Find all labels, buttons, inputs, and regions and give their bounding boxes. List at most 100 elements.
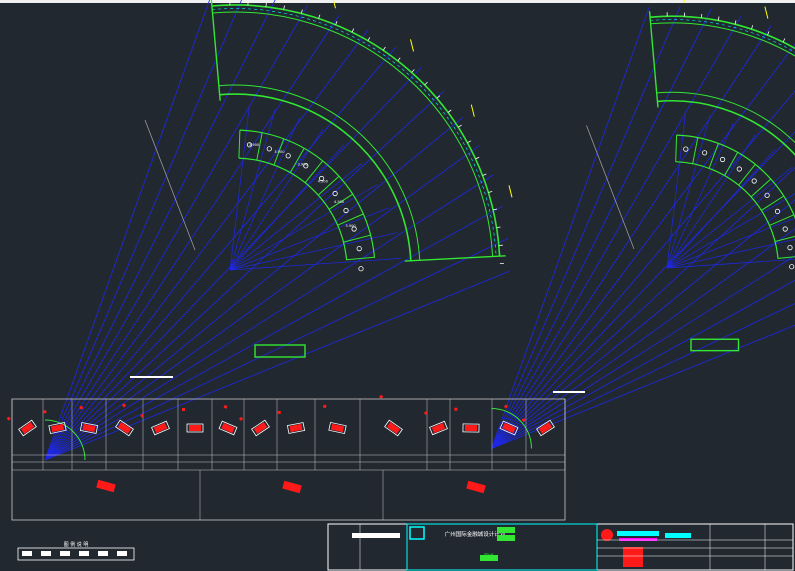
dimension-label: 3.900 xyxy=(274,150,285,154)
left-floor-plan: 3.900 3.900 3.900 4.500 4.500 3.900 xyxy=(44,0,513,461)
dimension-tick xyxy=(332,0,336,9)
detail-fill xyxy=(221,422,235,434)
detail-fill xyxy=(431,422,446,434)
cell-wall xyxy=(777,256,795,259)
column-detail xyxy=(182,408,204,433)
column-detail xyxy=(238,416,270,437)
red-stamp xyxy=(623,547,643,567)
radial-line xyxy=(491,228,795,449)
legend-swatch xyxy=(117,551,127,556)
dimension-label: 3.900 xyxy=(298,163,309,167)
detail-mark xyxy=(6,416,11,421)
grid-tick xyxy=(482,173,487,176)
detail-mark xyxy=(454,407,458,411)
dimension-tick xyxy=(764,6,769,19)
return-leg xyxy=(254,344,306,358)
table-frame xyxy=(11,398,566,521)
radial-line xyxy=(491,6,681,449)
column-marker xyxy=(782,226,788,232)
legend-swatch xyxy=(60,551,70,556)
dimension-label: 3.900 xyxy=(345,224,356,228)
radial-line xyxy=(44,4,309,461)
grid-tick xyxy=(475,156,480,160)
radial-line xyxy=(491,324,795,449)
column-detail xyxy=(322,404,347,435)
column-detail xyxy=(379,394,403,437)
grid-tick xyxy=(367,37,371,41)
cell-wall xyxy=(692,137,699,164)
detail-mark xyxy=(79,405,83,410)
grid-tick xyxy=(351,28,355,33)
grid-tick xyxy=(467,140,472,144)
legend-frame xyxy=(17,547,135,561)
dimension-label: 4.500 xyxy=(334,200,345,204)
radial-line xyxy=(229,108,276,271)
revision-marker xyxy=(601,529,613,541)
magenta-bar xyxy=(619,538,657,541)
dimension-label: 4.500 xyxy=(318,180,329,184)
detail-mark xyxy=(521,418,526,423)
cell-wall xyxy=(708,143,719,169)
radial-line xyxy=(44,144,481,461)
detail-fill xyxy=(253,422,268,434)
legend-swatch xyxy=(22,551,32,556)
radial-line xyxy=(44,0,210,461)
corridor-arc xyxy=(650,22,795,57)
end-wall xyxy=(648,11,659,108)
radial-line xyxy=(44,29,369,461)
dimension-tick xyxy=(508,185,513,198)
detail-fill xyxy=(538,422,553,434)
guide-line xyxy=(586,125,635,250)
grid-tick xyxy=(447,109,452,113)
detail-fill xyxy=(386,422,401,434)
grid-tick xyxy=(265,2,267,7)
column-marker xyxy=(736,166,742,172)
legend-title: 图 例 说 明 xyxy=(64,541,89,548)
radial-line xyxy=(491,25,772,449)
return-leg xyxy=(690,338,740,352)
cell-arc xyxy=(238,157,348,261)
cell-arc xyxy=(239,129,376,258)
grid-tick xyxy=(424,81,428,86)
detail-mark xyxy=(223,404,228,409)
title-block: 广州国际金融城设计计划 图纸 xyxy=(327,523,794,571)
column-marker xyxy=(719,156,726,163)
cell-arc xyxy=(675,161,779,259)
cell-wall xyxy=(343,234,371,243)
radial-line xyxy=(491,15,742,449)
column-detail xyxy=(218,404,238,436)
cell-wall xyxy=(761,195,785,211)
detail-mark xyxy=(182,408,185,411)
radial-line xyxy=(229,144,345,271)
column-detail-table xyxy=(6,394,566,521)
detail-mark xyxy=(322,404,327,409)
column-detail xyxy=(277,410,306,434)
detail-mark xyxy=(379,394,384,399)
detail-mark xyxy=(277,410,281,415)
axis-arc xyxy=(650,19,795,53)
section-detail xyxy=(96,479,116,493)
radial-line xyxy=(491,90,795,449)
cad-drawing-canvas[interactable]: 3.900 3.900 3.900 4.500 4.500 3.900 图 例 说 明 广… xyxy=(0,0,795,571)
radial-line xyxy=(666,238,795,269)
company-logo xyxy=(409,526,425,540)
legend-swatch xyxy=(41,551,51,556)
column-marker xyxy=(683,146,689,152)
column-marker xyxy=(285,153,291,159)
section-detail xyxy=(466,480,486,494)
column-marker xyxy=(787,245,793,251)
radial-line xyxy=(491,279,795,449)
grid-tick xyxy=(457,124,462,128)
column-marker xyxy=(751,178,757,184)
dimension-tick xyxy=(683,0,685,3)
cell-wall xyxy=(238,130,241,159)
legend-swatch xyxy=(98,551,108,556)
legend-table: 图 例 说 明 xyxy=(17,541,135,561)
detail-fill xyxy=(464,424,478,432)
legend-swatch xyxy=(79,551,89,556)
detail-fill xyxy=(153,422,168,434)
column-marker xyxy=(356,246,362,252)
radial-line xyxy=(491,167,795,449)
detail-mark xyxy=(424,411,428,416)
grid-tick xyxy=(335,20,338,25)
